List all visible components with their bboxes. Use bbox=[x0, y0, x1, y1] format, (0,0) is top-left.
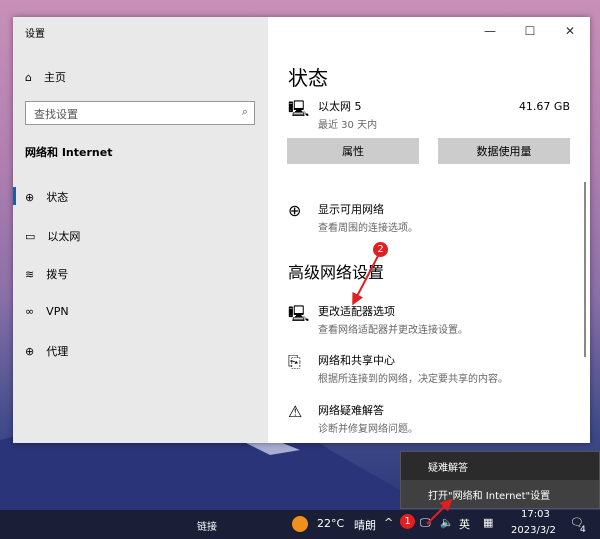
arrow-1 bbox=[426, 498, 453, 525]
annotation-arrows bbox=[352, 255, 453, 525]
arrow-2 bbox=[352, 255, 379, 306]
